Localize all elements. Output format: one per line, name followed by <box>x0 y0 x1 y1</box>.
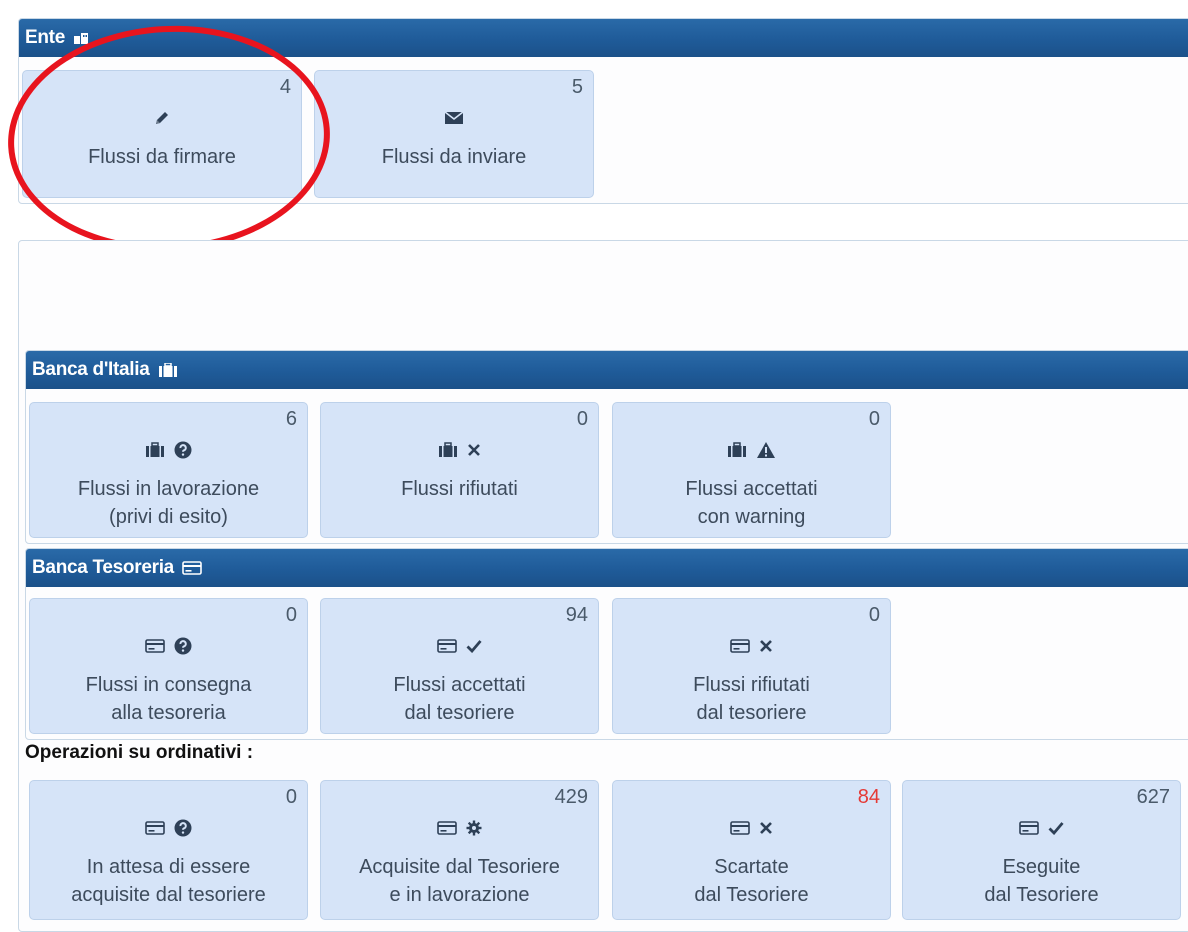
envelope-icon <box>444 111 464 125</box>
tile-count: 0 <box>868 604 880 626</box>
credit-card-icon <box>1019 821 1039 835</box>
tile-eseguite[interactable]: 627 Eseguite dal Tesoriere <box>902 780 1181 920</box>
operazioni-title: Operazioni su ordinativi : <box>25 742 254 763</box>
tile-label: Flussi in consegna alla tesoreria <box>85 674 252 724</box>
tile-label: Eseguite dal Tesoriere <box>984 856 1099 906</box>
tile-label: Scartate dal Tesoriere <box>694 856 809 906</box>
times-icon <box>759 639 773 653</box>
tile-flussi-in-lavorazione[interactable]: 6 Flussi in lavorazione (privi di esito) <box>29 402 308 538</box>
check-icon <box>466 639 482 653</box>
tile-label: Flussi da firmare <box>88 146 236 168</box>
tile-flussi-rifiutati-tesoriere[interactable]: 0 Flussi rifiutati dal tesoriere <box>612 598 891 734</box>
banca-tesoreria-header: Banca Tesoreria <box>26 549 1188 587</box>
tile-acquisite-in-lavorazione[interactable]: 429 Acquisite dal Tesoriere e in lavoraz… <box>320 780 599 920</box>
tile-label: Flussi in lavorazione (privi di esito) <box>77 478 260 528</box>
tile-count: 6 <box>285 408 297 430</box>
credit-card-icon <box>730 639 750 653</box>
banca-italia-header: Banca d'Italia <box>26 351 1188 389</box>
tile-count: 429 <box>554 786 588 808</box>
tile-label: Flussi rifiutati dal tesoriere <box>693 674 810 724</box>
credit-card-icon <box>182 561 202 575</box>
tile-flussi-accettati-tesoriere[interactable]: 94 Flussi accettati dal tesoriere <box>320 598 599 734</box>
gear-icon <box>466 820 482 836</box>
ente-header-title: Ente <box>25 27 65 48</box>
question-circle-icon <box>174 441 192 459</box>
tile-label: Acquisite dal Tesoriere e in lavorazione <box>359 856 560 906</box>
times-icon <box>759 821 773 835</box>
banca-italia-header-title: Banca d'Italia <box>32 359 150 380</box>
check-icon <box>1048 821 1064 835</box>
ente-header: Ente <box>19 19 1188 57</box>
tile-count: 0 <box>285 786 297 808</box>
tile-flussi-in-consegna[interactable]: 0 Flussi in consegna alla tesoreria <box>29 598 308 734</box>
tile-label: Flussi accettati con warning <box>685 478 818 528</box>
credit-card-icon <box>437 639 457 653</box>
tile-in-attesa-acquisizione[interactable]: 0 In attesa di essere acquisite dal teso… <box>29 780 308 920</box>
credit-card-icon <box>437 821 457 835</box>
credit-card-icon <box>145 821 165 835</box>
warning-icon <box>756 441 776 459</box>
tile-count: 627 <box>1136 786 1170 808</box>
tile-count: 94 <box>565 604 588 626</box>
tile-count: 0 <box>576 408 588 430</box>
tile-count: 0 <box>285 604 297 626</box>
briefcase-icon <box>438 442 458 458</box>
tile-count: 4 <box>279 76 291 98</box>
tile-label: Flussi rifiutati <box>401 478 518 500</box>
tile-label: In attesa di essere acquisite dal tesori… <box>71 856 266 906</box>
tile-count: 0 <box>868 408 880 430</box>
tile-count: 5 <box>571 76 583 98</box>
tile-scartate[interactable]: 84 Scartate dal Tesoriere <box>612 780 891 920</box>
briefcase-icon <box>145 442 165 458</box>
tile-label: Flussi accettati dal tesoriere <box>393 674 526 724</box>
tile-count: 84 <box>857 786 880 808</box>
tile-flussi-rifiutati[interactable]: 0 Flussi rifiutati <box>320 402 599 538</box>
briefcase-icon <box>727 442 747 458</box>
banca-tesoreria-header-title: Banca Tesoreria <box>32 557 174 578</box>
building-icon <box>73 32 89 44</box>
tile-flussi-da-firmare[interactable]: 4 Flussi da firmare <box>22 70 302 198</box>
pencil-icon <box>153 109 171 127</box>
credit-card-icon <box>145 639 165 653</box>
credit-card-icon <box>730 821 750 835</box>
tile-flussi-accettati-warning[interactable]: 0 Flussi accettati con warning <box>612 402 891 538</box>
times-icon <box>467 443 481 457</box>
question-circle-icon <box>174 637 192 655</box>
briefcase-icon <box>158 363 178 377</box>
tile-flussi-da-inviare[interactable]: 5 Flussi da inviare <box>314 70 594 198</box>
question-circle-icon <box>174 819 192 837</box>
tile-label: Flussi da inviare <box>381 146 527 168</box>
